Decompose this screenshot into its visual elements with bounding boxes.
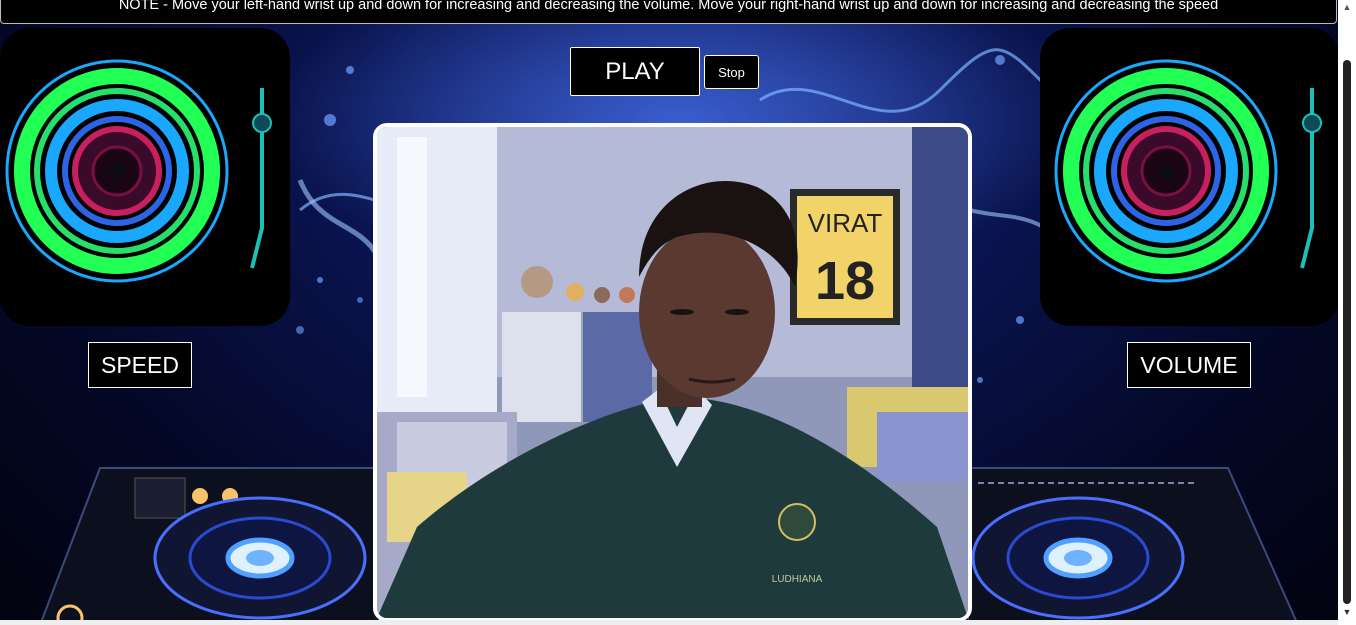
poster-line2: 18 xyxy=(815,251,875,311)
play-button[interactable]: PLAY xyxy=(570,47,700,96)
volume-turntable-icon xyxy=(1040,28,1340,326)
webcam-feed: VIRAT 18 LUDHIANA xyxy=(373,123,972,622)
horizontal-scroll-track xyxy=(0,620,1338,625)
stop-button[interactable]: Stop xyxy=(704,55,759,89)
scroll-thumb[interactable] xyxy=(1343,60,1351,604)
instruction-note: NOTE - Move your left-hand wrist up and … xyxy=(0,0,1337,24)
left-dj-deck xyxy=(38,458,381,625)
instruction-note-text: NOTE - Move your left-hand wrist up and … xyxy=(118,0,1219,13)
volume-button[interactable]: VOLUME xyxy=(1127,342,1251,388)
vertical-scrollbar[interactable]: ▲ ▼ xyxy=(1338,0,1356,625)
right-dj-deck xyxy=(967,458,1300,625)
poster-line1: VIRAT xyxy=(808,208,883,238)
scroll-up-arrow-icon[interactable]: ▲ xyxy=(1338,0,1356,14)
badge-text: LUDHIANA xyxy=(772,574,823,585)
speed-turntable-icon xyxy=(0,28,290,326)
scroll-down-arrow-icon[interactable]: ▼ xyxy=(1338,605,1356,619)
speed-button[interactable]: SPEED xyxy=(88,342,192,388)
